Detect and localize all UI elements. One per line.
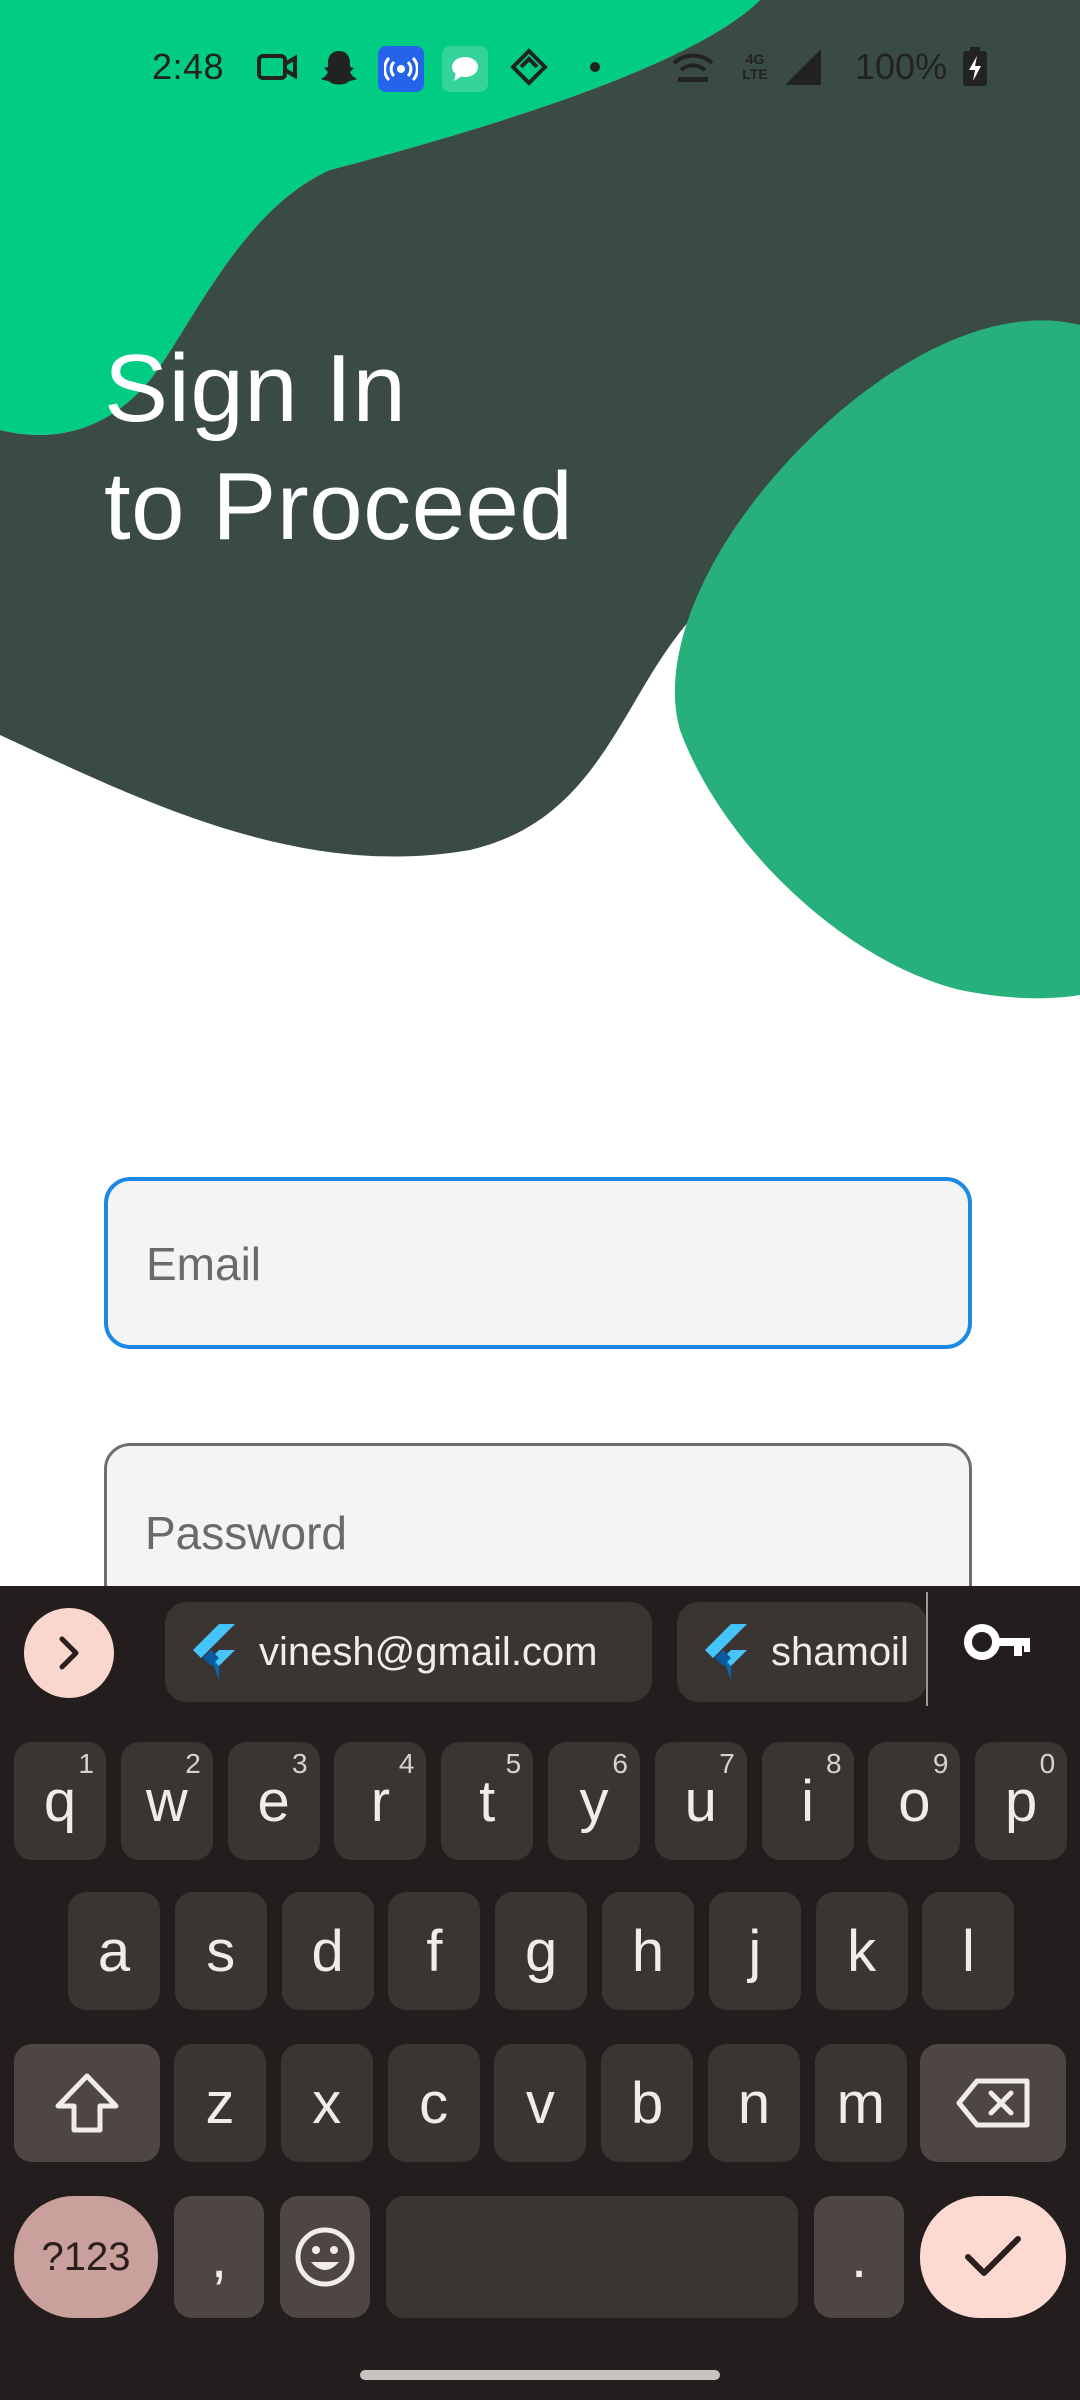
- key-hint: 3: [292, 1748, 308, 1779]
- flutter-icon: [193, 1624, 235, 1680]
- messages-icon: [442, 46, 488, 92]
- suggestion-text: vinesh@gmail.com: [259, 1629, 598, 1674]
- key-b[interactable]: b: [601, 2044, 694, 2162]
- key-f[interactable]: f: [388, 1892, 481, 2010]
- flutter-icon: [705, 1624, 747, 1680]
- key-g[interactable]: g: [495, 1892, 588, 2010]
- key-p[interactable]: p0: [975, 1742, 1068, 1860]
- email-field[interactable]: [104, 1177, 972, 1349]
- key-h[interactable]: h: [602, 1892, 694, 2010]
- battery-charging-icon: [954, 46, 996, 88]
- key-i[interactable]: i8: [761, 1742, 854, 1860]
- comma-key[interactable]: ,: [174, 2196, 264, 2318]
- key-u[interactable]: u7: [654, 1742, 747, 1860]
- space-key[interactable]: [386, 2196, 798, 2318]
- autofill-suggestion-1[interactable]: vinesh@gmail.com: [165, 1602, 652, 1702]
- key-k[interactable]: k: [815, 1892, 908, 2010]
- key-hint: 1: [78, 1748, 94, 1779]
- snapchat-icon: [318, 46, 360, 88]
- wifi-calling-icon: [672, 46, 714, 88]
- key-label: p: [1005, 1768, 1038, 1834]
- chevron-right-icon: [59, 1636, 79, 1670]
- key-hint: 8: [826, 1748, 842, 1779]
- key-hint: 5: [505, 1748, 522, 1779]
- shift-key[interactable]: [14, 2044, 160, 2162]
- key-hint: 9: [932, 1748, 949, 1779]
- key-label: w: [145, 1768, 188, 1834]
- key-r[interactable]: r4: [334, 1742, 427, 1860]
- network-type: 4G LTE: [742, 51, 768, 82]
- status-bar: 2:48 4G LTE 100%: [0, 0, 1080, 140]
- suggestion-strip: vinesh@gmail.com shamoil: [0, 1586, 1080, 1716]
- emoji-icon: [295, 2227, 355, 2287]
- title-line-1: Sign In: [104, 335, 407, 442]
- title-line-2: to Proceed: [104, 453, 574, 560]
- key-x[interactable]: x: [280, 2044, 373, 2162]
- page-title: Sign In to Proceed: [104, 330, 573, 566]
- backspace-key[interactable]: [920, 2044, 1066, 2162]
- gesture-nav-handle[interactable]: [360, 2370, 720, 2380]
- key-hint: 2: [185, 1748, 201, 1779]
- key-hint: 6: [612, 1748, 628, 1779]
- autofill-suggestion-2[interactable]: shamoil: [677, 1602, 927, 1702]
- period-key[interactable]: .: [814, 2196, 904, 2318]
- key-z[interactable]: z: [174, 2044, 266, 2162]
- cellular-signal-icon: [782, 46, 824, 88]
- key-m[interactable]: m: [814, 2044, 907, 2162]
- key-label: o: [898, 1768, 931, 1834]
- key-w[interactable]: w2: [120, 1742, 213, 1860]
- suggestion-divider: [926, 1592, 928, 1706]
- expand-toolbar-button[interactable]: [24, 1608, 114, 1698]
- key-v[interactable]: v: [494, 2044, 587, 2162]
- key-s[interactable]: s: [174, 1892, 267, 2010]
- key-e[interactable]: e3: [227, 1742, 320, 1860]
- key-label: r: [370, 1768, 391, 1834]
- key-q[interactable]: q1: [14, 1742, 106, 1860]
- key-label: i: [801, 1768, 815, 1834]
- passwords-button[interactable]: [964, 1622, 1032, 1667]
- done-key[interactable]: [920, 2196, 1066, 2318]
- hotspot-icon: [378, 46, 424, 92]
- battery-percent: 100%: [855, 46, 948, 87]
- on-screen-keyboard: vinesh@gmail.com shamoil q1w2e3r4t5y6u7i…: [0, 1586, 1080, 2400]
- key-c[interactable]: c: [387, 2044, 480, 2162]
- sync-icon: [508, 46, 550, 88]
- key-n[interactable]: n: [708, 2044, 800, 2162]
- dot-icon: [574, 46, 616, 88]
- key-o[interactable]: o9: [868, 1742, 961, 1860]
- key-icon: [964, 1624, 1030, 1660]
- key-t[interactable]: t5: [441, 1742, 534, 1860]
- key-hint: 7: [719, 1748, 735, 1779]
- key-label: e: [257, 1768, 290, 1834]
- key-hint: 4: [398, 1748, 415, 1779]
- key-label: t: [479, 1768, 496, 1834]
- backspace-icon: [956, 2078, 1030, 2128]
- status-time: 2:48: [152, 46, 225, 87]
- video-camera-icon: [256, 46, 298, 88]
- symbols-key[interactable]: ?123: [14, 2196, 158, 2318]
- suggestion-text: shamoil: [771, 1629, 909, 1674]
- key-y[interactable]: y6: [548, 1742, 640, 1860]
- checkmark-icon: [965, 2236, 1021, 2276]
- key-d[interactable]: d: [281, 1892, 374, 2010]
- emoji-key[interactable]: [280, 2196, 370, 2318]
- key-hint: 0: [1039, 1748, 1056, 1779]
- key-a[interactable]: a: [68, 1892, 160, 2010]
- key-label: u: [684, 1768, 717, 1834]
- key-label: y: [579, 1768, 609, 1834]
- key-label: q: [43, 1768, 77, 1834]
- email-input[interactable]: [144, 1181, 928, 1347]
- key-l[interactable]: l: [922, 1892, 1015, 2010]
- shift-icon: [55, 2073, 119, 2133]
- key-j[interactable]: j: [708, 1892, 801, 2010]
